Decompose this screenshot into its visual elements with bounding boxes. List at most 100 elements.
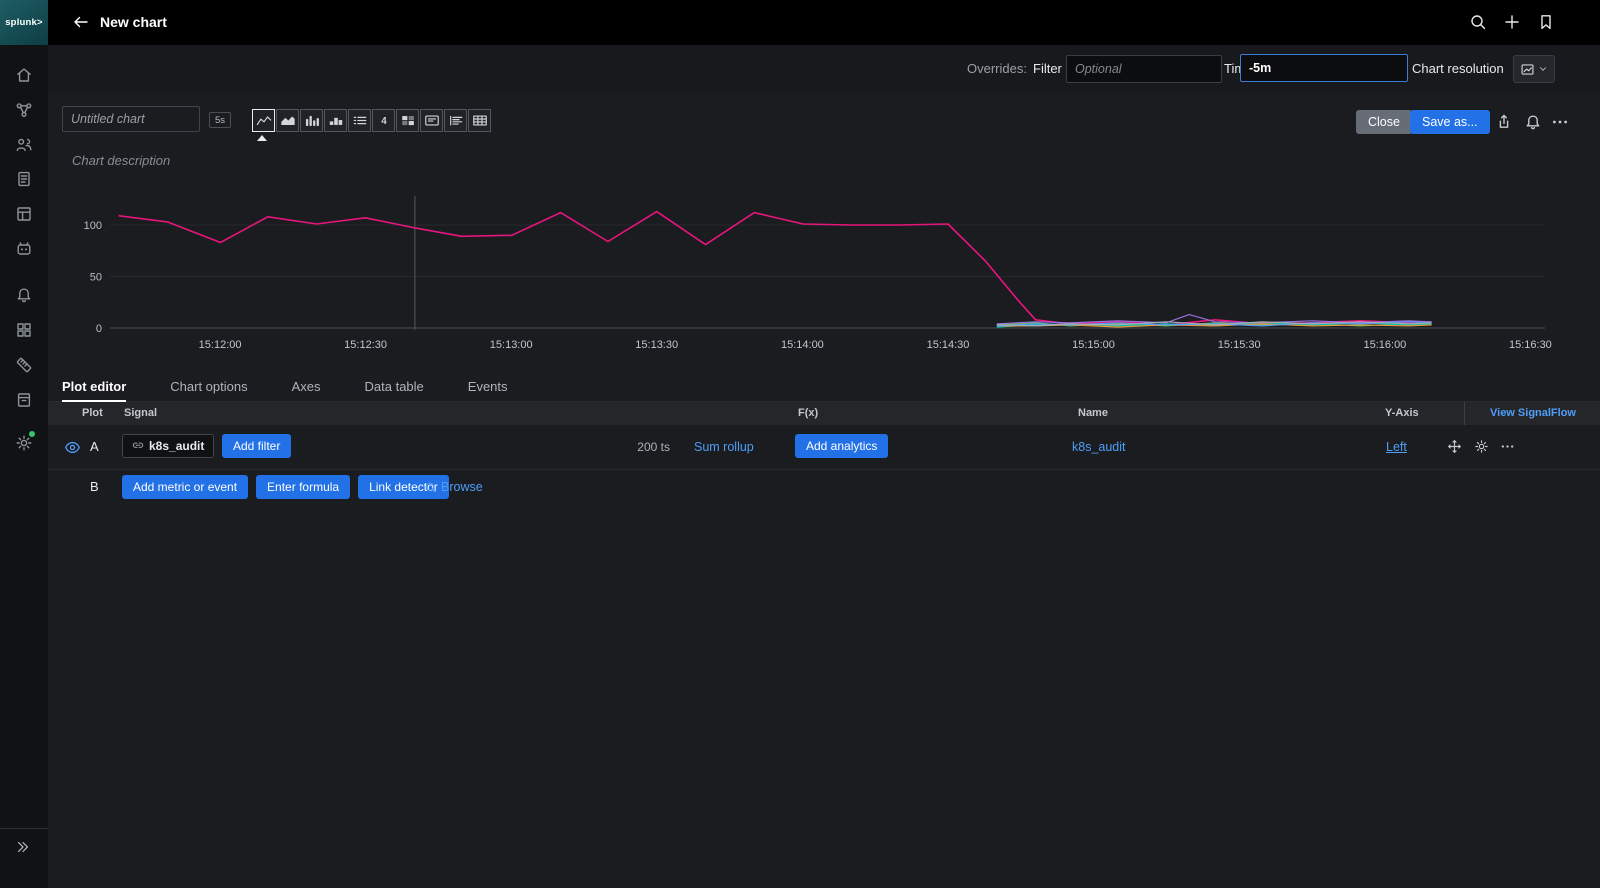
chart-description-placeholder[interactable]: Chart description xyxy=(72,153,170,168)
resolution-badge: 5s xyxy=(209,112,231,128)
header-name: Name xyxy=(1078,402,1108,425)
add-metric-or-event-button[interactable]: Add metric or event xyxy=(122,475,248,499)
more-options-icon[interactable] xyxy=(1551,113,1569,131)
plus-icon[interactable] xyxy=(1503,13,1521,31)
chart-type-list-icon[interactable] xyxy=(348,109,371,132)
add-filter-button[interactable]: Add filter xyxy=(222,434,291,458)
sidebar-item-slo[interactable] xyxy=(0,348,48,382)
tab-bar: Plot editor Chart options Axes Data tabl… xyxy=(48,374,1600,402)
chart-title-input[interactable] xyxy=(62,106,200,132)
save-as-button[interactable]: Save as... xyxy=(1410,110,1490,134)
header-fx: F(x) xyxy=(798,402,818,425)
bookmark-icon[interactable] xyxy=(1537,13,1555,31)
sidebar-item-infrastructure[interactable] xyxy=(0,128,48,162)
chart-editor: 5s 4 Close Save as... Chart description … xyxy=(48,93,1600,888)
plot-more-options-icon[interactable] xyxy=(1500,439,1515,454)
sidebar-item-settings[interactable] xyxy=(0,426,48,460)
tab-plot-editor[interactable]: Plot editor xyxy=(62,374,126,402)
svg-text:50: 50 xyxy=(90,272,102,284)
chart-canvas[interactable]: 0 50 100 15:12:00 15:12:30 15:13:00 15:13:30 15… xyxy=(60,188,1556,360)
overrides-bar: Overrides: Filter Time Chart resolution xyxy=(48,45,1600,94)
visibility-eye-icon[interactable] xyxy=(64,439,81,456)
back-arrow-icon[interactable] xyxy=(72,13,90,31)
svg-text:100: 100 xyxy=(84,220,102,232)
move-handle-icon[interactable] xyxy=(1447,439,1462,454)
tab-chart-options[interactable]: Chart options xyxy=(170,374,247,402)
sidebar-item-logs[interactable] xyxy=(0,162,48,196)
sidebar-item-metrics[interactable] xyxy=(0,313,48,347)
signal-name-link[interactable]: k8s_audit xyxy=(1072,425,1126,469)
chart-type-line-icon[interactable] xyxy=(252,109,275,132)
chart-type-event-feed-icon[interactable] xyxy=(444,109,467,132)
view-signalflow-link[interactable]: View SignalFlow xyxy=(1464,402,1600,425)
chart-resolution-button[interactable] xyxy=(1513,55,1555,83)
sidebar-item-synthetics[interactable] xyxy=(0,232,48,266)
header-yaxis: Y-Axis xyxy=(1385,402,1419,425)
chart-type-text-icon[interactable] xyxy=(420,109,443,132)
chart-resolution-label: Chart resolution xyxy=(1412,45,1504,93)
rollup-link[interactable]: Sum rollup xyxy=(694,425,754,469)
chart-type-heatmap-icon[interactable] xyxy=(396,109,419,132)
yaxis-left-link[interactable]: Left xyxy=(1386,425,1407,469)
plot-row-a: A k8s_audit Add filter 200 ts Sum rollup… xyxy=(48,425,1600,470)
bell-icon[interactable] xyxy=(1524,113,1542,131)
plot-letter-a: A xyxy=(90,425,99,469)
browse-label: Browse xyxy=(441,480,483,494)
time-range-input[interactable] xyxy=(1240,54,1408,82)
top-bar: New chart xyxy=(48,0,1600,45)
overrides-label: Overrides: xyxy=(967,45,1027,93)
selected-type-caret xyxy=(257,135,267,141)
chart-type-area-icon[interactable] xyxy=(276,109,299,132)
plot-settings-gear-icon[interactable] xyxy=(1474,439,1489,454)
plot-letter-b: B xyxy=(90,469,99,505)
svg-text:15:15:30: 15:15:30 xyxy=(1218,339,1261,351)
svg-text:15:13:30: 15:13:30 xyxy=(635,339,678,351)
filter-label: Filter xyxy=(1033,45,1062,93)
sidebar: splunk> xyxy=(0,0,48,888)
close-button[interactable]: Close xyxy=(1356,110,1412,134)
chart-type-histogram-icon[interactable] xyxy=(324,109,347,132)
sidebar-item-dashboards[interactable] xyxy=(0,197,48,231)
filter-input[interactable] xyxy=(1066,55,1222,83)
tab-data-table[interactable]: Data table xyxy=(365,374,424,402)
svg-text:15:12:00: 15:12:00 xyxy=(199,339,242,351)
app: splunk> New chart Overrides: Filter Time… xyxy=(0,0,1600,888)
header-signal: Signal xyxy=(124,402,157,425)
plot-row-b: B Add metric or event Enter formula Link… xyxy=(48,469,1600,505)
splunk-logo[interactable]: splunk> xyxy=(0,0,48,45)
chart-type-single-value-icon[interactable]: 4 xyxy=(372,109,395,132)
chevron-down-icon xyxy=(1538,64,1548,74)
signal-chip-label: k8s_audit xyxy=(149,439,204,453)
browse-link[interactable]: Browse xyxy=(424,469,483,505)
header-plot: Plot xyxy=(82,402,103,425)
sidebar-expand-icon[interactable] xyxy=(15,839,31,855)
signal-chip[interactable]: k8s_audit xyxy=(122,434,214,458)
svg-text:15:16:00: 15:16:00 xyxy=(1363,339,1406,351)
add-analytics-button[interactable]: Add analytics xyxy=(795,434,888,458)
sidebar-item-home[interactable] xyxy=(0,58,48,92)
chart-type-selector: 4 xyxy=(252,109,491,132)
timeseries-count: 200 ts xyxy=(608,425,670,469)
chart-frame-icon xyxy=(1520,62,1535,77)
magnifier-icon xyxy=(424,481,437,494)
tab-axes[interactable]: Axes xyxy=(292,374,321,402)
svg-text:0: 0 xyxy=(96,323,102,335)
share-icon[interactable] xyxy=(1495,113,1513,131)
svg-text:15:16:30: 15:16:30 xyxy=(1509,339,1552,351)
svg-text:15:14:00: 15:14:00 xyxy=(781,339,824,351)
svg-text:15:15:00: 15:15:00 xyxy=(1072,339,1115,351)
chart-type-column-icon[interactable] xyxy=(300,109,323,132)
sidebar-item-apm[interactable] xyxy=(0,93,48,127)
plot-table-header: Plot Signal F(x) Name Y-Axis View Signal… xyxy=(48,402,1600,425)
svg-text:15:12:30: 15:12:30 xyxy=(344,339,387,351)
sidebar-item-alerts[interactable] xyxy=(0,278,48,312)
sidebar-item-data-management[interactable] xyxy=(0,383,48,417)
link-icon xyxy=(132,440,144,452)
tab-events[interactable]: Events xyxy=(468,374,508,402)
chart-type-table-icon[interactable] xyxy=(468,109,491,132)
sidebar-divider xyxy=(0,828,48,829)
enter-formula-button[interactable]: Enter formula xyxy=(256,475,350,499)
search-icon[interactable] xyxy=(1469,13,1487,31)
page-title: New chart xyxy=(100,0,167,45)
svg-text:15:13:00: 15:13:00 xyxy=(490,339,533,351)
